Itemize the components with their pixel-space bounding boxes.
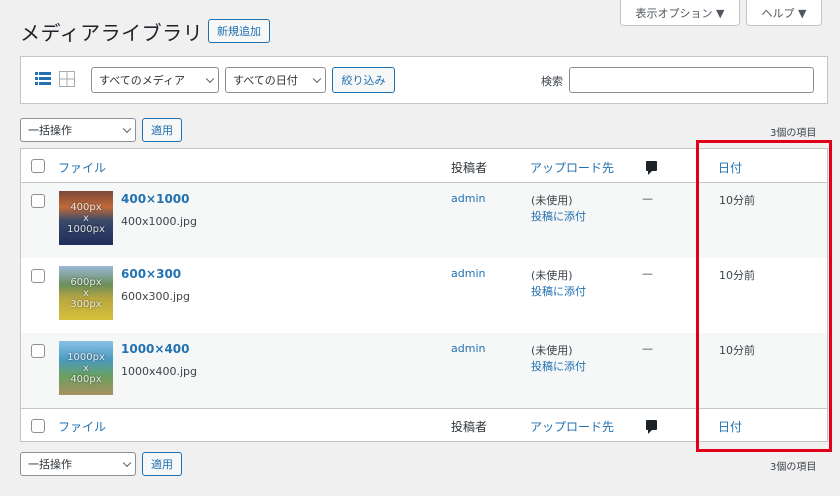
search-label: 検索 (541, 75, 563, 88)
media-type-select[interactable]: すべてのメディア (91, 67, 219, 93)
media-title-link[interactable]: 400×1000 (121, 192, 190, 206)
thumbnail-overlay-text: 1000px x 400px (67, 351, 105, 385)
media-title-link[interactable]: 1000×400 (121, 342, 190, 356)
thumbnail-overlay-text: 400px x 1000px (67, 201, 105, 235)
attach-to-post-link[interactable]: 投稿に添付 (531, 283, 586, 299)
list-view-icon[interactable] (35, 71, 51, 87)
item-count-top: 3個の項目 (770, 128, 817, 139)
comment-icon (646, 420, 657, 434)
apply-button-bottom[interactable]: 適用 (142, 452, 182, 476)
media-filename: 600x300.jpg (121, 290, 191, 303)
apply-button-top[interactable]: 適用 (142, 118, 182, 142)
date-select[interactable]: すべての日付 (225, 67, 326, 93)
column-uploaded-to-sort-link[interactable]: アップロード先 (530, 159, 614, 176)
author-link[interactable]: admin (451, 267, 485, 280)
bulk-action-select-top[interactable]: 一括操作 (20, 118, 136, 142)
comment-count: — (642, 192, 653, 205)
grid-view-icon[interactable] (59, 71, 75, 87)
media-title-link[interactable]: 600×300 (121, 267, 181, 281)
help-button[interactable]: ヘルプ ▼ (746, 0, 822, 26)
chevron-down-icon (122, 124, 132, 134)
media-filename: 1000x400.jpg (121, 365, 198, 378)
author-link[interactable]: admin (451, 342, 485, 355)
media-thumbnail[interactable]: 1000px x 400px (59, 341, 113, 395)
column-author: 投稿者 (451, 420, 488, 434)
column-file-sort-link[interactable]: ファイル (58, 418, 106, 435)
row-checkbox[interactable] (31, 344, 45, 358)
date-column-highlight (696, 140, 832, 452)
media-filename: 400x1000.jpg (121, 215, 198, 228)
select-all-checkbox[interactable] (31, 419, 45, 433)
add-new-button[interactable]: 新規追加 (208, 19, 270, 43)
media-filter-bar: すべてのメディア すべての日付 絞り込み 検索 (20, 56, 828, 104)
column-author: 投稿者 (451, 161, 488, 175)
attach-to-post-link[interactable]: 投稿に添付 (531, 358, 586, 374)
chevron-down-icon (312, 74, 322, 84)
row-checkbox[interactable] (31, 269, 45, 283)
media-thumbnail[interactable]: 600px x 300px (59, 266, 113, 320)
column-file-sort-link[interactable]: ファイル (58, 159, 106, 176)
comment-count: — (642, 267, 653, 280)
column-uploaded-to-sort-link[interactable]: アップロード先 (530, 418, 614, 435)
thumbnail-overlay-text: 600px x 300px (70, 276, 102, 310)
uploaded-status: (未使用) (531, 269, 573, 282)
row-checkbox[interactable] (31, 194, 45, 208)
author-link[interactable]: admin (451, 192, 485, 205)
date-select-label: すべての日付 (233, 74, 298, 87)
bulk-action-select-bottom[interactable]: 一括操作 (20, 452, 136, 476)
media-type-select-label: すべてのメディア (99, 74, 186, 87)
chevron-down-icon (205, 74, 215, 84)
item-count-bottom: 3個の項目 (770, 462, 817, 473)
filter-button[interactable]: 絞り込み (332, 67, 395, 93)
uploaded-status: (未使用) (531, 344, 573, 357)
search-input[interactable] (569, 67, 814, 93)
bulk-action-select-label: 一括操作 (28, 458, 72, 471)
chevron-down-icon (122, 458, 132, 468)
screen-options-button[interactable]: 表示オプション ▼ (620, 0, 740, 26)
bulk-action-select-label: 一括操作 (28, 124, 72, 137)
media-thumbnail[interactable]: 400px x 1000px (59, 191, 113, 245)
attach-to-post-link[interactable]: 投稿に添付 (531, 208, 586, 224)
page-title: メディアライブラリ (20, 21, 204, 45)
comment-icon (646, 161, 657, 175)
uploaded-status: (未使用) (531, 194, 573, 207)
comment-count: — (642, 342, 653, 355)
select-all-checkbox[interactable] (31, 159, 45, 173)
